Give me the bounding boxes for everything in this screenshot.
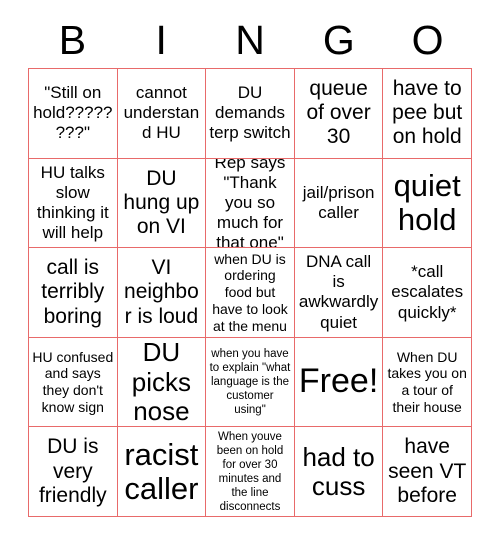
- bingo-cell-text: have to pee but on hold: [392, 77, 463, 149]
- bingo-cell-r4-c1[interactable]: HU confused and says they don't know sig…: [29, 337, 118, 428]
- bingo-cell-r3-c1[interactable]: call is terribly boring: [29, 248, 118, 338]
- bingo-cell-text: Rep says "Thank you so much for that one…: [214, 158, 286, 249]
- bingo-cell-text: DU demands terp switch: [209, 83, 291, 143]
- bingo-cell-r1-c3[interactable]: DU demands terp switch: [206, 69, 295, 159]
- bingo-cell-text: *call escalates quickly*: [391, 262, 464, 322]
- bingo-cell-text: "Still on hold????????": [33, 83, 113, 143]
- bingo-grid: "Still on hold????????" cannot understand…: [28, 68, 472, 517]
- bingo-cell-r4-c4[interactable]: Free!: [294, 337, 384, 428]
- bingo-cell-r3-c2[interactable]: VI neighbor is loud: [117, 248, 207, 338]
- bingo-cell-text: DU is very friendly: [38, 435, 107, 507]
- bingo-cell-text: queue of over 30: [306, 77, 371, 149]
- bingo-cell-text: Free!: [298, 362, 379, 401]
- bingo-cell-r2-c3[interactable]: Rep says "Thank you so much for that one…: [206, 158, 295, 249]
- bingo-cell-text: when you have to explain "what language …: [209, 348, 291, 417]
- bingo-cell-r2-c4[interactable]: jail/prison caller: [294, 158, 384, 249]
- bingo-cell-r4-c2[interactable]: DU picks nose: [117, 337, 207, 428]
- bingo-cell-r1-c5[interactable]: have to pee but on hold: [383, 69, 472, 159]
- bingo-cell-r2-c5[interactable]: quiet hold: [383, 158, 472, 249]
- bingo-letter-b: B: [58, 16, 87, 63]
- bingo-cell-r4-c5[interactable]: When DU takes you on a tour of their hou…: [383, 337, 472, 428]
- bingo-cell-text: When DU takes you on a tour of their hou…: [387, 348, 467, 415]
- bingo-cell-text: cannot understand HU: [123, 83, 200, 143]
- bingo-cell-text: DU picks nose: [131, 337, 192, 426]
- bingo-card: B I N G O "Still on hold????????" cannot …: [0, 0, 500, 544]
- bingo-letter-o: O: [411, 16, 444, 63]
- bingo-cell-r3-c3[interactable]: when DU is ordering food but have to loo…: [206, 248, 295, 338]
- bingo-cell-text: DNA call is awkwardly quiet: [298, 252, 379, 332]
- bingo-cell-text: have seen VT before: [388, 435, 467, 507]
- bingo-cell-r3-c5[interactable]: *call escalates quickly*: [383, 248, 472, 338]
- bingo-cell-r5-c5[interactable]: have seen VT before: [383, 427, 472, 517]
- bingo-cell-text: call is terribly boring: [41, 256, 105, 328]
- bingo-cell-text: when DU is ordering food but have to loo…: [212, 250, 288, 334]
- bingo-cell-r4-c3[interactable]: when you have to explain "what language …: [206, 337, 295, 428]
- bingo-cell-r1-c4[interactable]: queue of over 30: [294, 69, 384, 159]
- bingo-cell-text: When youve been on hold for over 30 minu…: [216, 430, 284, 513]
- bingo-cell-r2-c1[interactable]: HU talks slow thinking it will help: [29, 158, 118, 249]
- bingo-cell-r1-c1[interactable]: "Still on hold????????": [29, 69, 118, 159]
- bingo-cell-r2-c2[interactable]: DU hung up on VI: [117, 158, 207, 249]
- bingo-letter-n: N: [235, 16, 265, 63]
- bingo-letter-i: I: [155, 16, 167, 63]
- bingo-cell-r5-c4[interactable]: had to cuss: [294, 427, 384, 517]
- bingo-cell-r1-c2[interactable]: cannot understand HU: [117, 69, 207, 159]
- bingo-cell-text: had to cuss: [302, 441, 375, 501]
- bingo-cell-text: HU confused and says they don't know sig…: [32, 348, 114, 415]
- bingo-cell-text: quiet hold: [393, 167, 461, 237]
- bingo-letter-g: G: [322, 16, 355, 63]
- bingo-cell-r5-c3[interactable]: When youve been on hold for over 30 minu…: [206, 427, 295, 517]
- bingo-cell-text: racist caller: [124, 436, 199, 506]
- bingo-cell-text: VI neighbor is loud: [124, 256, 199, 328]
- bingo-header-row: B I N G O: [28, 12, 472, 68]
- bingo-cell-text: jail/prison caller: [302, 182, 375, 222]
- bingo-cell-r3-c4[interactable]: DNA call is awkwardly quiet: [294, 248, 384, 338]
- bingo-cell-text: HU talks slow thinking it will help: [36, 162, 109, 242]
- bingo-cell-text: DU hung up on VI: [123, 166, 200, 238]
- bingo-cell-r5-c2[interactable]: racist caller: [117, 427, 207, 517]
- bingo-cell-r5-c1[interactable]: DU is very friendly: [29, 427, 118, 517]
